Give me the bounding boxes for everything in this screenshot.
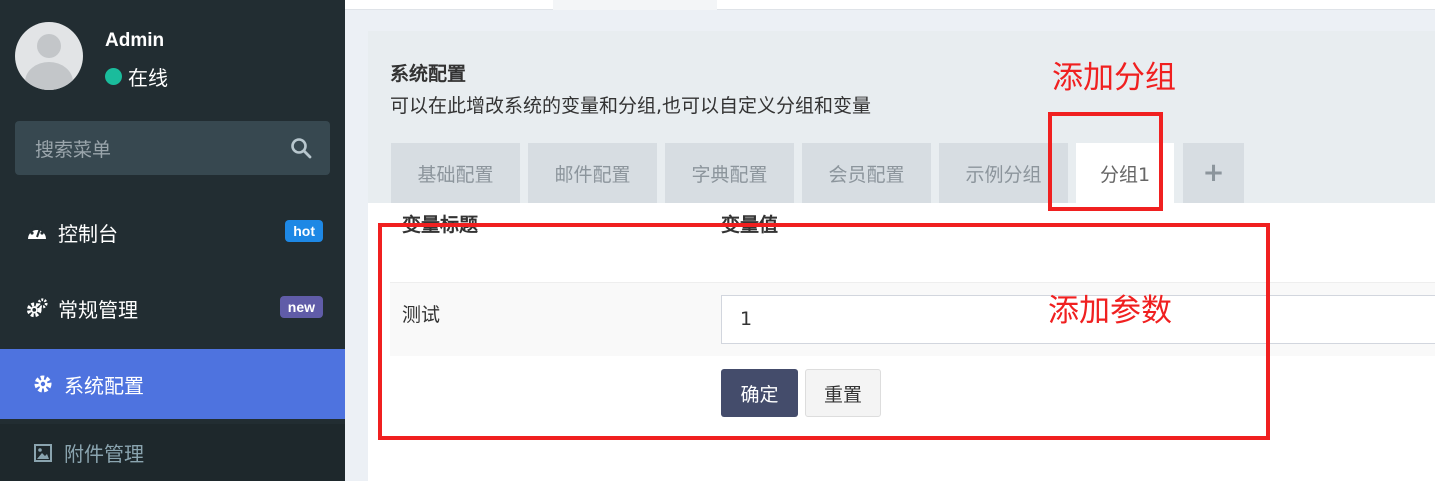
image-icon [32, 442, 54, 464]
user-status-label: 在线 [128, 66, 168, 90]
sidebar-item-dashboard[interactable]: 控制台 hot [0, 197, 345, 267]
sidebar: Admin 在线 搜索菜单 控制台 hot 常规管理 new 系统配置 附件管理 [0, 0, 345, 481]
page-title: 系统配置 [390, 63, 467, 85]
sidebar-item-system-config[interactable]: 系统配置 [0, 349, 345, 419]
gear-icon [32, 373, 54, 395]
sidebar-item-label: 系统配置 [64, 373, 144, 398]
sidebar-item-label: 常规管理 [58, 297, 138, 322]
new-badge: new [279, 296, 323, 318]
top-tab[interactable] [553, 0, 717, 10]
sidebar-item-attachments[interactable]: 附件管理 [0, 424, 345, 481]
annotation-add-param: 添加参数 [1048, 293, 1172, 329]
tab-basic-config[interactable]: 基础配置 [391, 143, 520, 203]
tab-email-config[interactable]: 邮件配置 [528, 143, 657, 203]
search-placeholder: 搜索菜单 [35, 139, 112, 161]
top-nav-bar [345, 0, 1435, 10]
tab-member-config[interactable]: 会员配置 [802, 143, 931, 203]
annotation-add-group: 添加分组 [1052, 60, 1176, 96]
avatar [15, 22, 83, 90]
dashboard-icon [26, 221, 48, 243]
hot-badge: hot [285, 220, 323, 242]
annotation-box-add-param [378, 223, 1270, 440]
add-tab-button[interactable]: + [1183, 143, 1244, 203]
page-description: 可以在此增改系统的变量和分组,也可以自定义分组和变量 [390, 95, 872, 117]
cogs-icon [26, 297, 48, 319]
sidebar-item-label: 附件管理 [64, 442, 144, 466]
search-menu-input[interactable]: 搜索菜单 [15, 121, 330, 175]
sidebar-item-label: 控制台 [58, 221, 118, 246]
user-name: Admin [105, 30, 165, 51]
search-icon[interactable] [290, 137, 312, 159]
annotation-box-add-group [1048, 112, 1163, 211]
online-dot-icon [105, 68, 122, 85]
tab-dictionary-config[interactable]: 字典配置 [665, 143, 794, 203]
panel-header: 系统配置 可以在此增改系统的变量和分组,也可以自定义分组和变量 基础配置 邮件配… [368, 31, 1435, 203]
user-status: 在线 [105, 62, 168, 91]
sidebar-item-general[interactable]: 常规管理 new [0, 273, 345, 343]
user-panel: Admin 在线 [0, 0, 345, 110]
